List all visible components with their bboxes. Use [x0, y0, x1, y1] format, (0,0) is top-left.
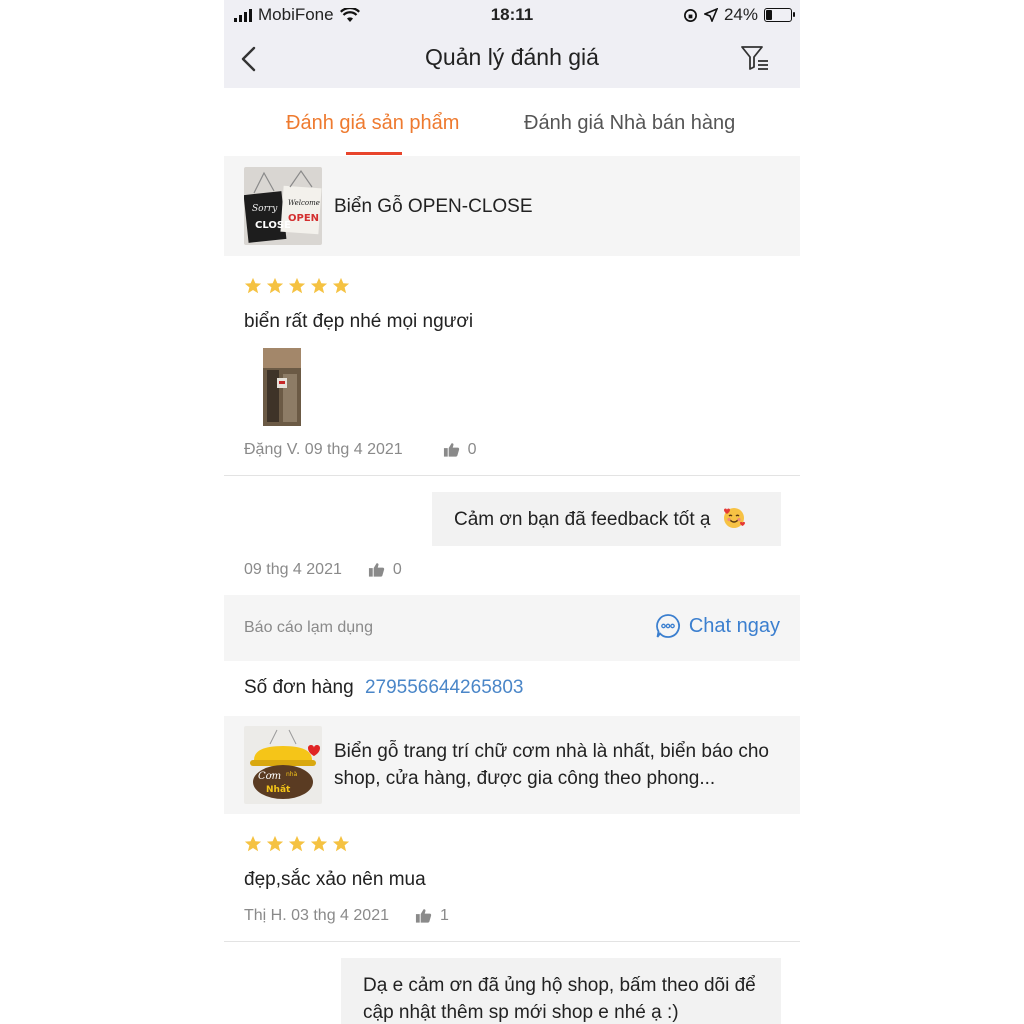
star-rating	[244, 835, 350, 853]
seller-reply-bubble: Dạ e cảm ơn đã ủng hộ shop, bấm theo dõi…	[341, 958, 781, 1024]
phone-screen: MobiFone 18:11 24% Quản lý đánh giá Đánh…	[224, 0, 800, 1024]
product-thumbnail: Cơm nhà Nhất	[244, 726, 322, 804]
reply-like-button[interactable]: 0	[368, 561, 402, 579]
review-text: biển rất đẹp nhé mọi ngươi	[244, 311, 474, 332]
battery-icon	[764, 8, 795, 22]
review-author-date: Thị H. 03 thg 4 2021	[244, 907, 389, 924]
product-name: Biển gỗ trang trí chữ cơm nhà là nhất, b…	[334, 741, 769, 789]
order-number-label: Số đơn hàng	[244, 677, 354, 698]
status-right: 24%	[683, 5, 795, 25]
star-icon	[266, 835, 284, 852]
star-icon	[244, 277, 262, 294]
star-icon	[288, 277, 306, 294]
smiling-face-with-hearts-icon	[723, 508, 745, 528]
reply-date: 09 thg 4 2021	[244, 561, 342, 578]
status-bar: MobiFone 18:11 24%	[224, 0, 800, 30]
nav-bar: Quản lý đánh giá	[224, 30, 800, 88]
product-row[interactable]: Sorry CLOSE Welcome OPEN Biển Gỗ OPEN-CL…	[224, 156, 800, 256]
svg-text:Welcome: Welcome	[288, 199, 320, 207]
star-icon	[310, 277, 328, 294]
order-number-link[interactable]: 279556644265803	[365, 677, 524, 698]
review-tabs: Đánh giá sản phẩm Đánh giá Nhà bán hàng	[224, 88, 800, 156]
like-button[interactable]: 1	[415, 907, 449, 925]
review-meta: Đặng V. 09 thg 4 2021 0	[244, 441, 477, 459]
chat-now-button[interactable]: Chat ngay	[655, 613, 780, 639]
review-photo[interactable]	[263, 348, 301, 426]
thumbs-up-icon	[443, 443, 459, 457]
battery-percent: 24%	[723, 5, 758, 24]
product-row[interactable]: Cơm nhà Nhất Biển gỗ trang trí chữ cơm n…	[224, 716, 800, 814]
svg-text:OPEN: OPEN	[288, 213, 319, 224]
thumbs-up-icon	[368, 563, 385, 577]
seller-reply-text: Dạ e cảm ơn đã ủng hộ shop, bấm theo dõi…	[363, 975, 756, 1023]
product-thumbnail: Sorry CLOSE Welcome OPEN	[244, 167, 322, 245]
svg-text:Nhất: Nhất	[266, 784, 291, 795]
report-abuse-link[interactable]: Báo cáo lạm dụng	[244, 619, 373, 637]
svg-text:CLOSE: CLOSE	[255, 220, 291, 231]
rotation-lock-icon	[684, 8, 697, 22]
divider	[224, 475, 800, 476]
tab-product-reviews[interactable]: Đánh giá sản phẩm	[286, 112, 459, 135]
chat-bubble-icon	[655, 614, 680, 638]
active-tab-indicator	[346, 152, 402, 155]
review-author-date: Đặng V. 09 thg 4 2021	[244, 441, 403, 458]
review-text: đẹp,sắc xảo nên mua	[244, 869, 426, 890]
star-icon	[244, 835, 262, 852]
reply-meta: 09 thg 4 2021 0	[244, 561, 402, 579]
svg-text:Sorry: Sorry	[252, 204, 278, 214]
tab-seller-reviews[interactable]: Đánh giá Nhà bán hàng	[524, 112, 735, 135]
star-icon	[332, 835, 350, 852]
seller-reply-bubble: Cảm ơn bạn đã feedback tốt ạ	[432, 492, 781, 546]
review-meta: Thị H. 03 thg 4 2021 1	[244, 907, 449, 925]
report-chat-bar: Báo cáo lạm dụng Chat ngay	[224, 595, 800, 661]
order-number-row: Số đơn hàng 279556644265803	[244, 677, 523, 699]
svg-text:Cơm: Cơm	[258, 771, 281, 782]
chat-now-label: Chat ngay	[688, 614, 780, 637]
like-count: 0	[467, 441, 477, 458]
svg-text:nhà: nhà	[286, 771, 298, 778]
location-arrow-icon	[703, 8, 718, 22]
star-icon	[266, 277, 284, 294]
divider	[224, 941, 800, 942]
like-count: 1	[439, 907, 449, 924]
thumbs-up-icon	[415, 909, 432, 923]
reply-like-count: 0	[392, 561, 402, 578]
product-name: Biển Gỗ OPEN-CLOSE	[334, 196, 533, 217]
star-rating	[244, 277, 350, 295]
star-icon	[310, 835, 328, 852]
like-button[interactable]: 0	[443, 441, 477, 459]
star-icon	[288, 835, 306, 852]
filter-icon[interactable]	[740, 44, 770, 72]
seller-reply-text: Cảm ơn bạn đã feedback tốt ạ	[454, 509, 711, 530]
page-title: Quản lý đánh giá	[425, 44, 599, 70]
star-icon	[332, 277, 350, 294]
